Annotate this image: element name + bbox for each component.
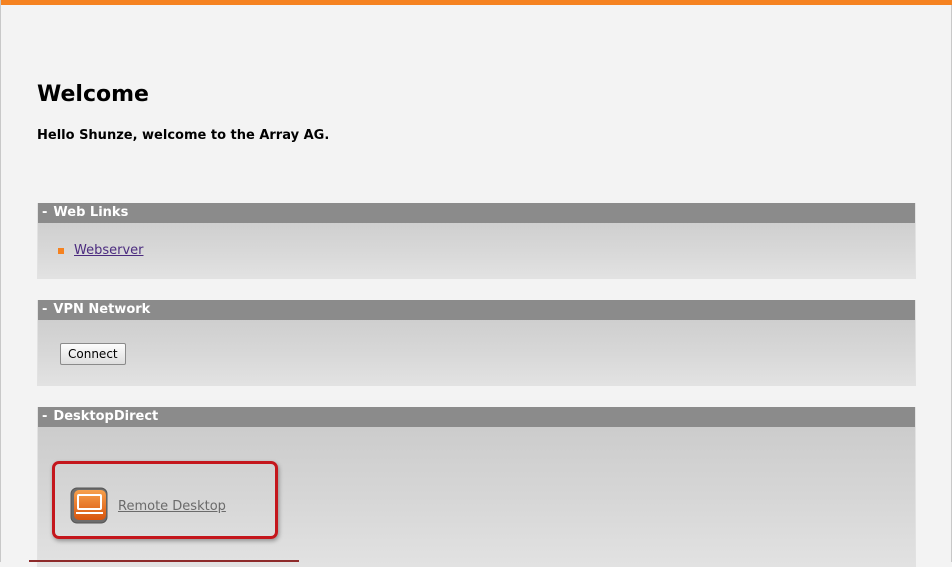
remote-desktop-icon — [70, 487, 108, 524]
welcome-message: Hello Shunze, welcome to the Array AG. — [37, 128, 330, 143]
collapse-toggle[interactable]: - — [42, 409, 47, 424]
panel-title: VPN Network — [53, 302, 151, 317]
web-links-panel-header[interactable]: - Web Links — [38, 203, 915, 223]
remote-desktop-link[interactable]: Remote Desktop — [118, 499, 226, 514]
webserver-link[interactable]: Webserver — [74, 243, 144, 258]
panel-title: DesktopDirect — [53, 409, 159, 424]
collapse-toggle[interactable]: - — [42, 302, 47, 317]
vpn-network-panel: - VPN Network Connect — [37, 300, 916, 386]
web-links-panel: - Web Links Webserver — [37, 203, 916, 279]
list-item: Webserver — [58, 243, 144, 258]
page-title: Welcome — [37, 82, 149, 107]
desktop-direct-panel-header[interactable]: - DesktopDirect — [38, 407, 915, 427]
collapse-toggle[interactable]: - — [42, 205, 47, 220]
top-accent-bar — [1, 0, 952, 5]
desktop-direct-panel: - DesktopDirect Remote Desktop — [37, 407, 916, 567]
panel-title: Web Links — [53, 205, 129, 220]
bullet-icon — [58, 247, 64, 254]
connect-button[interactable]: Connect — [60, 343, 126, 365]
remote-desktop-item[interactable]: Remote Desktop — [70, 487, 226, 525]
vpn-network-panel-header[interactable]: - VPN Network — [38, 300, 915, 320]
